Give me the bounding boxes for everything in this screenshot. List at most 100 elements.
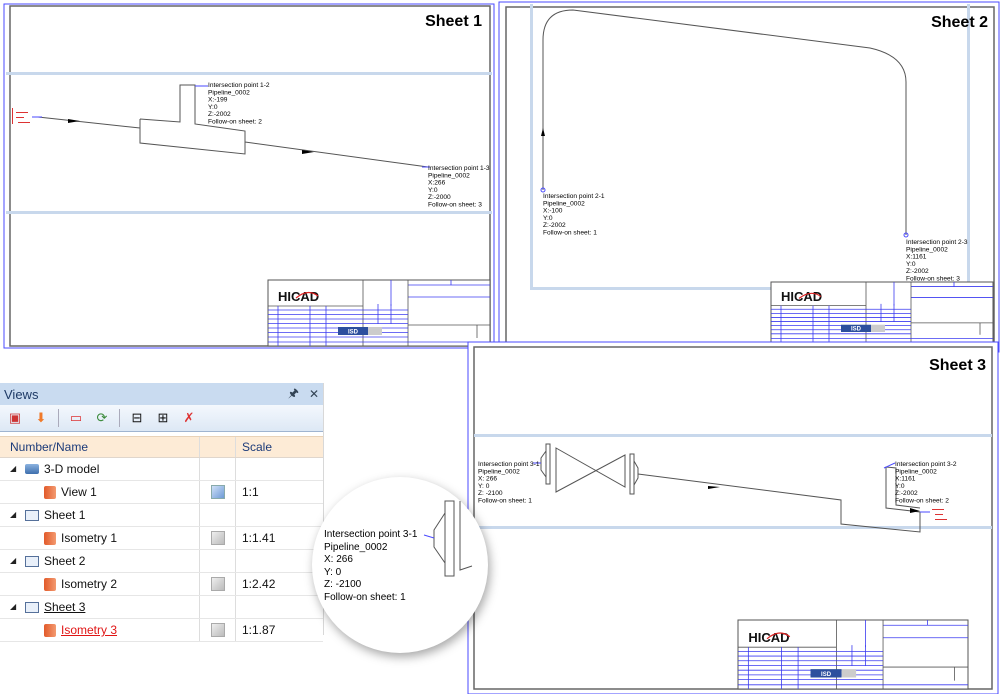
sheet-2-title: Sheet 2 <box>931 14 988 31</box>
new-view-icon[interactable]: ▣ <box>6 409 24 427</box>
view-icon <box>44 577 56 591</box>
label-line: Pipeline_0002 <box>428 172 470 179</box>
tree-row-scale <box>236 596 323 618</box>
tree-row-name: Isometry 1 <box>61 531 118 545</box>
tree-row[interactable]: ◢ Sheet 1 <box>0 504 323 527</box>
collapse-all-icon[interactable]: ⊟ <box>128 409 146 427</box>
sheet-view-icon[interactable]: ▭ <box>67 409 85 427</box>
sheet-3-title: Sheet 3 <box>929 357 986 374</box>
views-panel-title: Views <box>4 386 39 402</box>
expand-triangle-icon[interactable]: ◢ <box>10 459 20 479</box>
label-line: X: 266 <box>324 554 353 566</box>
label-line: Z: -2100 <box>324 579 362 591</box>
tree-row-name: View 1 <box>61 485 97 499</box>
label-line: Follow-on sheet: 1 <box>324 591 406 603</box>
sort-remove-icon[interactable]: ✗ <box>180 409 198 427</box>
view-icon <box>44 623 56 637</box>
label-line: X:-199 <box>208 97 228 104</box>
magnified-label: Intersection point 3-1 Pipeline_0002 X: … <box>324 529 417 605</box>
toolbar-separator <box>119 409 120 427</box>
tree-row[interactable]: View 1 1:1 <box>0 481 323 504</box>
label-line: Y:0 <box>895 483 905 490</box>
label-line: Pipeline_0002 <box>895 468 937 475</box>
label-line: Follow-on sheet: 3 <box>428 202 482 209</box>
label-line: Follow-on sheet: 2 <box>208 119 262 126</box>
title-block: HICADISD <box>770 281 994 343</box>
refresh-icon[interactable]: ⟳ <box>93 409 111 427</box>
cube-icon[interactable] <box>210 531 225 545</box>
tree-row-name: Sheet 3 <box>44 600 86 614</box>
tree-row[interactable]: Isometry 1 1:1.41 <box>0 527 323 550</box>
tree-row[interactable]: ◢ 3-D model <box>0 458 323 481</box>
tree-row-name: Isometry 2 <box>61 577 118 591</box>
label-line: Y:0 <box>543 215 553 222</box>
sheet-icon <box>25 555 39 567</box>
cube-icon[interactable] <box>210 623 225 637</box>
tree-row-name: Isometry 3 <box>61 623 118 637</box>
view-icon <box>44 485 56 499</box>
views-column-header: Number/Name Scale <box>0 436 323 458</box>
column-scale[interactable]: Scale <box>236 437 323 457</box>
label-line: Follow-on sheet: 1 <box>543 230 597 237</box>
expand-triangle-icon[interactable]: ◢ <box>10 505 20 525</box>
label-line: Pipeline_0002 <box>324 541 388 553</box>
sheet-3[interactable]: Sheet 3 HICADISD <box>467 341 999 694</box>
close-icon[interactable]: ✕ <box>309 387 319 401</box>
label-line: Intersection point 3-1 <box>478 461 540 468</box>
column-name[interactable]: Number/Name <box>0 437 200 457</box>
tree-row[interactable]: ◢ Sheet 3 <box>0 596 323 619</box>
label-line: X:266 <box>428 180 446 187</box>
label-line: Z:-2002 <box>895 490 918 497</box>
views-panel-header: Views 🖈 ✕ <box>0 383 323 405</box>
label-line: Pipeline_0002 <box>478 468 520 475</box>
expand-triangle-icon[interactable]: ◢ <box>10 597 20 617</box>
label-line: Follow-on sheet: 2 <box>895 498 949 505</box>
views-toolbar: ▣ ⬇ ▭ ⟳ ⊟ ⊞ ✗ <box>0 405 323 432</box>
tree-row-scale: 1:1.87 <box>242 623 276 637</box>
sheet-1[interactable]: Sheet 1 HICADISD <box>3 3 495 349</box>
label-line: Intersection point 1-3 <box>428 165 490 172</box>
tree-row-name: Sheet 2 <box>44 554 86 568</box>
tree-row-name: 3-D model <box>44 462 100 476</box>
expand-all-icon[interactable]: ⊞ <box>154 409 172 427</box>
cube-icon[interactable] <box>210 485 225 499</box>
toolbar-separator <box>58 409 59 427</box>
label-line: Intersection point 1-2 <box>208 82 270 89</box>
label-line: Y:0 <box>428 187 438 194</box>
sheet-icon <box>25 509 39 521</box>
view-icon <box>44 531 56 545</box>
label-line: Z:-2002 <box>208 111 231 118</box>
label-line: Z:-2002 <box>543 222 566 229</box>
label-line: Pipeline_0002 <box>543 200 585 207</box>
sheet-icon <box>25 601 39 613</box>
label-line: Y:0 <box>208 104 218 111</box>
sheet-1-title: Sheet 1 <box>425 13 482 30</box>
expand-triangle-icon[interactable]: ◢ <box>10 551 20 571</box>
label-line: Intersection point 3-2 <box>895 461 957 468</box>
tree-row-scale: 1:2.42 <box>242 577 276 591</box>
label-line: Intersection point 3-1 <box>324 529 418 540</box>
label-line: X:1161 <box>895 476 916 483</box>
svg-text:ISD: ISD <box>348 330 359 336</box>
label-line: Z:-2000 <box>428 194 451 201</box>
magnifier-callout: Intersection point 3-1 Pipeline_0002 X: … <box>312 477 488 653</box>
label-line: Intersection point 2-3 <box>906 239 968 246</box>
column-icon[interactable] <box>200 437 236 457</box>
tree-row[interactable]: Isometry 2 1:2.42 <box>0 573 323 596</box>
arrow-down-icon[interactable]: ⬇ <box>32 409 50 427</box>
sheet-2[interactable]: Sheet 2 HICADISD <box>498 1 1000 353</box>
tree-row[interactable]: Isometry 3 1:1.87 <box>0 619 323 642</box>
tree-row-name: Sheet 1 <box>44 508 86 522</box>
views-panel[interactable]: Views 🖈 ✕ ▣ ⬇ ▭ ⟳ ⊟ ⊞ ✗ Number/Name Scal… <box>0 383 324 642</box>
pin-icon[interactable]: 🖈 <box>288 384 299 405</box>
label-line: Follow-on sheet: 3 <box>906 276 960 283</box>
label-line: X:-100 <box>543 208 563 215</box>
tree-row-scale <box>236 550 323 572</box>
tree-row[interactable]: ◢ Sheet 2 <box>0 550 323 573</box>
tree-row-scale: 1:1.41 <box>242 531 276 545</box>
label-line: Y:0 <box>906 261 916 268</box>
3d-model-icon <box>25 464 39 474</box>
tree-row-scale <box>236 458 323 480</box>
label-line: Z:-2002 <box>906 268 929 275</box>
cube-icon[interactable] <box>210 577 225 591</box>
